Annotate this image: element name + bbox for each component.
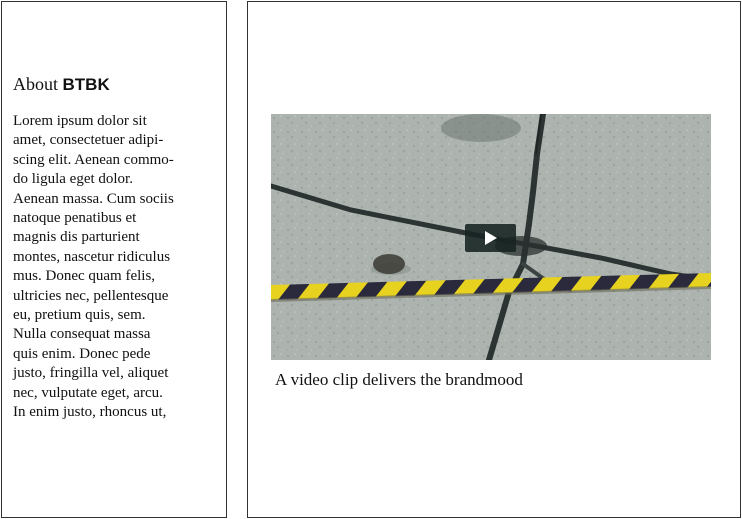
- about-text-line: In enim justo, rhoncus ut,: [13, 404, 167, 421]
- play-icon[interactable]: [485, 231, 497, 245]
- play-button[interactable]: [465, 224, 516, 252]
- about-text-line: mus. Donec quam felis,: [13, 268, 156, 285]
- about-body-text: Lorem ipsum dolor sit amet, consectetuer…: [13, 112, 197, 423]
- about-text-line: Nulla consequat massa: [13, 326, 151, 343]
- about-text-line: eu, pretium quis, sem.: [13, 307, 146, 324]
- about-text-line: natoque penatibus et: [13, 210, 137, 227]
- about-text-line: scing elit. Aenean commo-: [13, 151, 174, 168]
- brand-name: BTBK: [62, 75, 110, 94]
- about-sidebar: About BTBK Lorem ipsum dolor sit amet, c…: [1, 1, 227, 518]
- about-text-line: magnis dis parturient: [13, 229, 140, 246]
- about-text-line: Lorem ipsum dolor sit: [13, 113, 147, 129]
- about-text-line: ultricies nec, pellentesque: [13, 287, 169, 304]
- video-caption: A video clip delivers the brandmood: [275, 370, 523, 389]
- video-player[interactable]: [271, 114, 711, 360]
- about-text-line: nec, vulputate eget, arcu.: [13, 384, 163, 401]
- video-panel: A video clip delivers the brandmood: [247, 1, 741, 518]
- about-heading: About BTBK: [13, 72, 110, 97]
- about-text-line: montes, nascetur ridiculus: [13, 248, 171, 265]
- about-text-line: amet, consectetuer adipi-: [13, 132, 164, 149]
- dark-stain: [373, 254, 405, 274]
- about-text-line: justo, fringilla vel, aliquet: [13, 365, 169, 382]
- about-text-line: do ligula eget dolor.: [13, 171, 133, 188]
- about-text-line: quis enim. Donec pede: [13, 345, 151, 362]
- about-text-line: Aenean massa. Cum sociis: [13, 190, 174, 207]
- about-heading-prefix: About: [13, 74, 63, 94]
